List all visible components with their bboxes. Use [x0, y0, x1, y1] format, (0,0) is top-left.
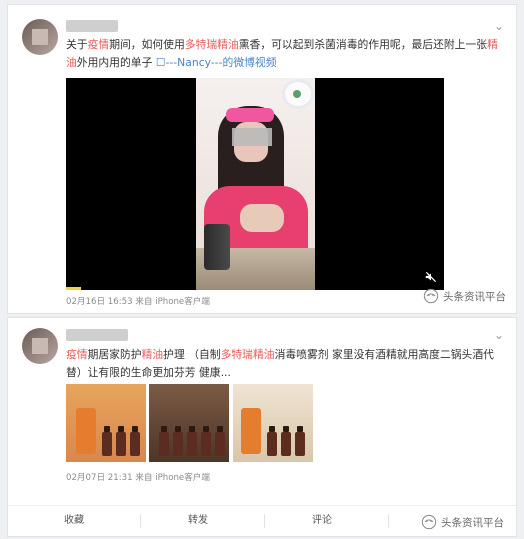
post-text-segment: 关于 [66, 38, 88, 51]
post-card-1: ⌄ 关于疫情期间，如何使用多特瑞精油熏香，可以起到杀菌消毒的作用呢，最后还附上一… [7, 4, 517, 314]
post-text-segment: 护理 （自制 [163, 348, 221, 361]
post-meta-2: 02月07日 21:31 来自 iPhone客户端 [66, 473, 210, 483]
mute-icon[interactable] [424, 270, 438, 284]
image-thumbnail[interactable] [233, 384, 313, 462]
highlighted-keyword[interactable]: 精油 [142, 348, 164, 361]
oil-bottle [267, 426, 277, 456]
image-thumbnail[interactable] [149, 384, 229, 462]
watermark-2: 头条资讯平台 [421, 514, 504, 530]
oil-bottle [159, 426, 169, 456]
divider [388, 514, 389, 528]
face-blur [232, 128, 272, 146]
highlighted-keyword[interactable]: 多特瑞精油 [221, 348, 275, 361]
video-progress [66, 287, 81, 290]
favorite-button[interactable]: 收藏 [64, 506, 84, 536]
video-frame[interactable] [196, 78, 315, 290]
username-blurred[interactable] [66, 329, 128, 341]
username-blurred[interactable] [66, 20, 118, 32]
headband [226, 108, 274, 122]
oil-bottle [215, 426, 225, 456]
highlighted-keyword[interactable]: 疫情 [88, 38, 110, 51]
watermark-logo-icon [423, 288, 439, 304]
post-card-2: ⌄ 疫情期居家防护精油护理 （自制多特瑞精油消毒喷雾剂 家里没有酒精就用高度二锅… [7, 317, 517, 537]
chevron-down-icon[interactable]: ⌄ [492, 19, 506, 33]
post-text-segment: 期居家防护 [87, 348, 142, 361]
avatar[interactable] [22, 328, 58, 364]
spray-bottle [241, 408, 261, 454]
oil-bottle [130, 426, 140, 456]
post-text-segment: 期间，如何使用 [109, 38, 185, 51]
oil-bottle [116, 426, 126, 456]
repost-button[interactable]: 转发 [188, 506, 208, 536]
watermark-text: 头条资讯平台 [441, 516, 504, 529]
post-text-2: 疫情期居家防护精油护理 （自制多特瑞精油消毒喷雾剂 家里没有酒精就用高度二锅头酒… [66, 346, 498, 382]
watermark-logo-icon [421, 514, 437, 530]
watermark-1: 头条资讯平台 [423, 288, 506, 304]
watermark-text: 头条资讯平台 [443, 290, 506, 303]
comment-button[interactable]: 评论 [312, 506, 332, 536]
post-text-segment: 熏香，可以起到杀菌消毒的作用呢，最后还附上一张 [238, 38, 488, 51]
chevron-down-icon[interactable]: ⌄ [492, 328, 506, 342]
oil-bottle [201, 426, 211, 456]
post-text-segment: 外用内用的单子 [76, 56, 156, 69]
post-text-1: 关于疫情期间，如何使用多特瑞精油熏香，可以起到杀菌消毒的作用呢，最后还附上一张精… [66, 36, 498, 72]
avatar[interactable] [22, 19, 58, 55]
oil-bottle [281, 426, 291, 456]
oil-bottle [187, 426, 197, 456]
oil-bottle [295, 426, 305, 456]
divider [140, 514, 141, 528]
video-link[interactable]: ☐---Nancy---的微博视频 [156, 56, 277, 69]
spray-bottle [76, 408, 96, 454]
video-player[interactable] [66, 78, 444, 290]
avatar-pixelated-area [32, 29, 48, 45]
highlighted-keyword[interactable]: 疫情 [66, 348, 88, 361]
oil-bottle [173, 426, 183, 456]
person-hands [240, 204, 284, 232]
divider [264, 514, 265, 528]
oil-bottles [204, 224, 230, 270]
flower-decoration [285, 82, 311, 106]
oil-bottle [102, 426, 112, 456]
image-thumbnail[interactable] [66, 384, 146, 462]
avatar-pixelated-area [32, 338, 48, 354]
highlighted-keyword[interactable]: 多特瑞精油 [185, 38, 239, 51]
post-meta-1: 02月16日 16:53 来自 iPhone客户端 [66, 297, 210, 307]
